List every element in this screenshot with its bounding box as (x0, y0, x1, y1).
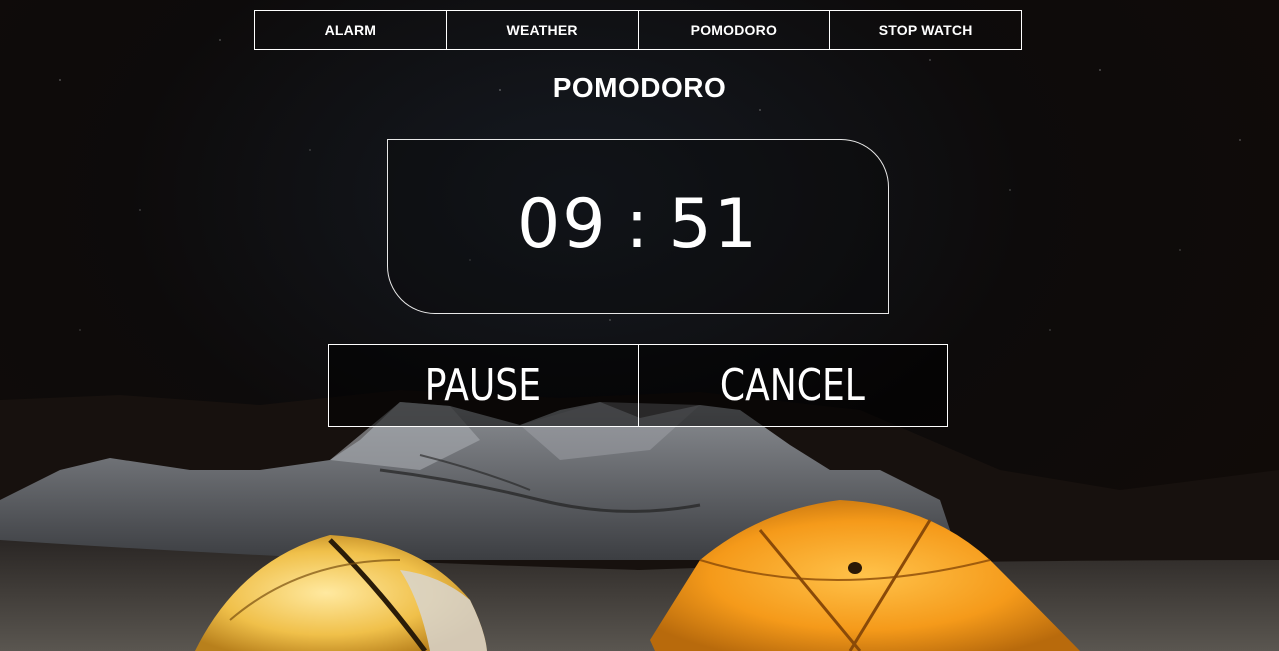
timer-minutes: 09 (517, 185, 608, 264)
timer-controls: PAUSE CANCEL (328, 344, 948, 427)
pause-button[interactable]: PAUSE (328, 344, 639, 427)
page-title: POMODORO (552, 72, 727, 103)
nav-item-pomodoro[interactable]: POMODORO (637, 10, 831, 50)
pause-button-label: PAUSE (425, 360, 542, 411)
app-background: ALARM WEATHER POMODORO STOP WATCH POMODO… (0, 0, 1279, 651)
cancel-button-label: CANCEL (720, 360, 866, 411)
timer-display: 09 : 51 (517, 185, 759, 264)
nav-item-stop-watch[interactable]: STOP WATCH (829, 10, 1022, 50)
timer-seconds: 51 (668, 185, 759, 264)
nav-item-alarm[interactable]: ALARM (254, 10, 447, 50)
timer-display-panel: 09 : 51 (387, 139, 889, 314)
top-navigation: ALARM WEATHER POMODORO STOP WATCH (254, 10, 1022, 50)
timer-separator: : (625, 185, 651, 264)
cancel-button[interactable]: CANCEL (637, 344, 948, 427)
nav-item-weather[interactable]: WEATHER (445, 10, 639, 50)
